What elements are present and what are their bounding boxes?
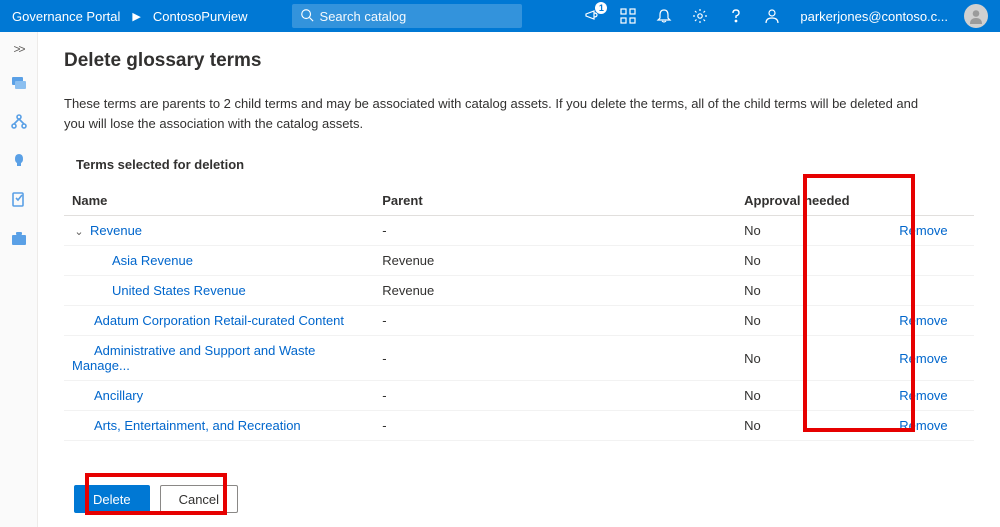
header-actions: 1 [584, 8, 780, 24]
table-row: Arts, Entertainment, and Recreation -No Re… [64, 411, 974, 441]
term-link[interactable]: United States Revenue [72, 283, 246, 298]
approval-cell: No [736, 411, 891, 441]
notification-badge: 1 [595, 2, 607, 14]
parent-cell: - [374, 306, 736, 336]
parent-cell: - [374, 381, 736, 411]
parent-cell: Revenue [374, 276, 736, 306]
portal-title[interactable]: Governance Portal [12, 9, 120, 24]
term-link[interactable]: Ancillary [72, 388, 143, 403]
remove-link[interactable]: Remove [899, 223, 947, 238]
remove-link[interactable]: Remove [899, 388, 947, 403]
user-email[interactable]: parkerjones@contoso.c... [800, 9, 948, 24]
approval-cell: No [736, 306, 891, 336]
approval-cell: No [736, 276, 891, 306]
search-box[interactable] [292, 4, 522, 28]
cancel-button[interactable]: Cancel [160, 485, 238, 513]
parent-cell: - [374, 336, 736, 381]
search-input[interactable] [320, 9, 514, 24]
th-name[interactable]: Name [64, 186, 374, 216]
th-remove [891, 186, 974, 216]
table-row: Ancillary -No Remove [64, 381, 974, 411]
remove-link[interactable]: Remove [899, 351, 947, 366]
warning-text: These terms are parents to 2 child terms… [64, 94, 934, 133]
approval-cell: No [736, 381, 891, 411]
term-link[interactable]: Revenue [90, 223, 142, 238]
sidebar-nav: >> [0, 32, 38, 527]
approval-cell: No [736, 216, 891, 246]
announcements-icon[interactable]: 1 [584, 8, 600, 24]
th-approval[interactable]: Approval needed [736, 186, 891, 216]
terms-table: Name Parent Approval needed ⌄Revenue-NoR… [64, 186, 974, 441]
page-title: Delete glossary terms [64, 50, 974, 72]
parent-cell: - [374, 216, 736, 246]
term-link[interactable]: Administrative and Support and Waste Man… [72, 343, 315, 373]
help-icon[interactable] [728, 8, 744, 24]
sidebar-data-icon[interactable] [10, 74, 28, 95]
approval-cell: No [736, 246, 891, 276]
remove-link[interactable]: Remove [899, 418, 947, 433]
sidebar-management-icon[interactable] [10, 230, 28, 251]
gear-icon[interactable] [692, 8, 708, 24]
sidebar-insights-icon[interactable] [10, 152, 28, 173]
section-label: Terms selected for deletion [76, 157, 974, 172]
table-row: United States Revenue RevenueNo [64, 276, 974, 306]
delete-button[interactable]: Delete [74, 485, 150, 513]
table-row: Adatum Corporation Retail-curated Conten… [64, 306, 974, 336]
table-row: ⌄ Revenue -No Remove [64, 216, 974, 246]
chevron-down-icon[interactable]: ⌄ [72, 225, 86, 238]
search-icon [300, 8, 314, 25]
table-row: Asia Revenue RevenueNo [64, 246, 974, 276]
sidebar-policy-icon[interactable] [10, 191, 28, 212]
th-parent[interactable]: Parent [374, 186, 736, 216]
expand-nav-icon[interactable]: >> [13, 42, 23, 56]
term-link[interactable]: Arts, Entertainment, and Recreation [72, 418, 301, 433]
avatar[interactable] [964, 4, 988, 28]
approval-cell: No [736, 336, 891, 381]
parent-cell: - [374, 411, 736, 441]
table-row: Administrative and Support and Waste Man… [64, 336, 974, 381]
parent-cell: Revenue [374, 246, 736, 276]
apps-icon[interactable] [620, 8, 636, 24]
term-link[interactable]: Asia Revenue [72, 253, 193, 268]
sidebar-map-icon[interactable] [10, 113, 28, 134]
app-header: Governance Portal ▶ ContosoPurview 1 par… [0, 0, 1000, 32]
term-link[interactable]: Adatum Corporation Retail-curated Conten… [72, 313, 344, 328]
breadcrumb-context[interactable]: ContosoPurview [153, 9, 248, 24]
chevron-right-icon: ▶ [132, 10, 140, 23]
remove-link[interactable]: Remove [899, 313, 947, 328]
feedback-icon[interactable] [764, 8, 780, 24]
bell-icon[interactable] [656, 8, 672, 24]
